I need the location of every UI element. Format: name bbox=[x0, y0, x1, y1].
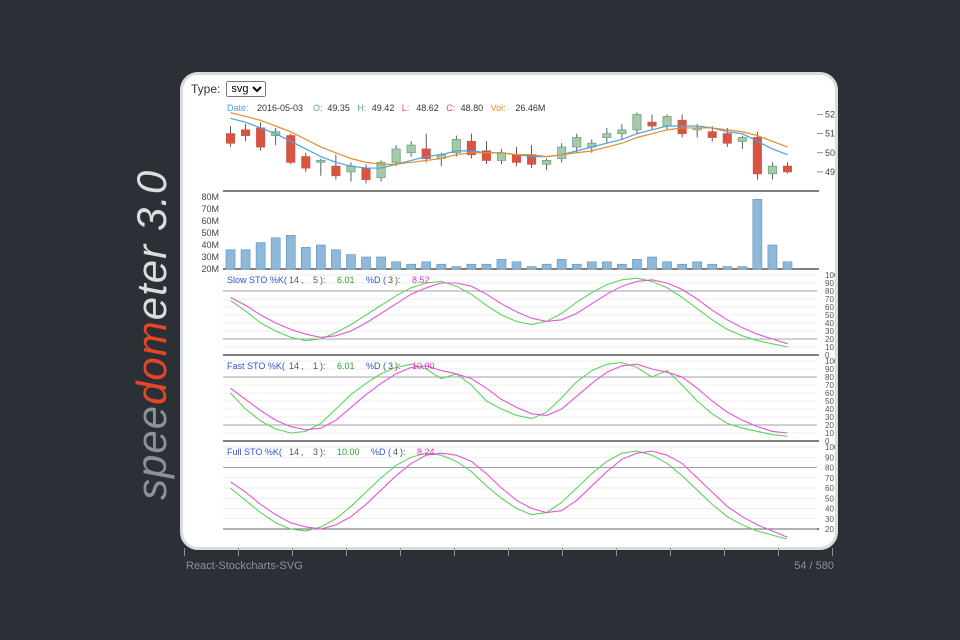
svg-text:10.00: 10.00 bbox=[412, 361, 435, 371]
svg-text:%D (: %D ( bbox=[371, 447, 391, 457]
svg-text:80: 80 bbox=[825, 464, 834, 473]
svg-text:):: ): bbox=[395, 275, 401, 285]
svg-text:70M: 70M bbox=[201, 204, 219, 214]
svg-text:30: 30 bbox=[825, 413, 834, 422]
svg-text:40: 40 bbox=[825, 405, 834, 414]
svg-text:Full STO %K(: Full STO %K( bbox=[227, 447, 282, 457]
svg-text:20: 20 bbox=[825, 525, 834, 534]
svg-text:8.24: 8.24 bbox=[417, 447, 435, 457]
svg-text:30M: 30M bbox=[201, 252, 219, 262]
svg-text:20M: 20M bbox=[201, 264, 219, 274]
svg-text:):: ): bbox=[400, 447, 406, 457]
speedometer-logo: speedometer 3.0 bbox=[128, 170, 176, 500]
svg-text:H:: H: bbox=[357, 103, 366, 113]
svg-text:70: 70 bbox=[825, 295, 834, 304]
svg-text:14: 14 bbox=[289, 361, 299, 371]
svg-text:20: 20 bbox=[825, 335, 834, 344]
svg-text:10: 10 bbox=[825, 343, 834, 352]
type-label: Type: bbox=[191, 82, 220, 96]
svg-text:49.42: 49.42 bbox=[372, 103, 395, 113]
svg-text:48.80: 48.80 bbox=[461, 103, 484, 113]
svg-text:30: 30 bbox=[825, 327, 834, 336]
svg-text:,: , bbox=[301, 361, 304, 371]
svg-text:%D (: %D ( bbox=[366, 275, 386, 285]
svg-text:60: 60 bbox=[825, 484, 834, 493]
svg-text:Vol:: Vol: bbox=[491, 103, 506, 113]
svg-text:20: 20 bbox=[825, 421, 834, 430]
svg-text:48.62: 48.62 bbox=[416, 103, 439, 113]
svg-text:C:: C: bbox=[446, 103, 455, 113]
svg-text:):: ): bbox=[395, 361, 401, 371]
svg-text:Slow STO %K(: Slow STO %K( bbox=[227, 275, 287, 285]
svg-text:50M: 50M bbox=[201, 228, 219, 238]
svg-text:52: 52 bbox=[825, 110, 835, 120]
svg-text:50: 50 bbox=[825, 148, 835, 158]
svg-text:100: 100 bbox=[825, 443, 835, 452]
svg-text:30: 30 bbox=[825, 515, 834, 524]
svg-text:60: 60 bbox=[825, 303, 834, 312]
svg-text:14: 14 bbox=[289, 275, 299, 285]
svg-text:4: 4 bbox=[393, 447, 398, 457]
svg-text:8.52: 8.52 bbox=[412, 275, 430, 285]
svg-text:70: 70 bbox=[825, 381, 834, 390]
svg-text:50: 50 bbox=[825, 397, 834, 406]
svg-text:14: 14 bbox=[289, 447, 299, 457]
svg-text:40M: 40M bbox=[201, 240, 219, 250]
svg-text:50: 50 bbox=[825, 494, 834, 503]
stock-chart[interactable]: 4950515220M30M40M50M60M70M80M01020304050… bbox=[183, 99, 835, 539]
svg-text:,: , bbox=[301, 447, 304, 457]
svg-text:,: , bbox=[301, 275, 304, 285]
svg-text:100: 100 bbox=[825, 357, 835, 366]
svg-text:3: 3 bbox=[388, 275, 393, 285]
svg-text:L:: L: bbox=[402, 103, 410, 113]
svg-text:70: 70 bbox=[825, 474, 834, 483]
svg-text:3: 3 bbox=[313, 447, 318, 457]
svg-text:50: 50 bbox=[825, 311, 834, 320]
svg-text:5: 5 bbox=[313, 275, 318, 285]
topbar: Type: svg bbox=[183, 75, 835, 99]
svg-text:6.01: 6.01 bbox=[337, 275, 355, 285]
svg-text:40: 40 bbox=[825, 319, 834, 328]
svg-text:%D (: %D ( bbox=[366, 361, 386, 371]
svg-text:49.35: 49.35 bbox=[327, 103, 350, 113]
footer-progress: 54 / 580 bbox=[794, 560, 834, 572]
svg-text:80M: 80M bbox=[201, 192, 219, 202]
svg-text:10.00: 10.00 bbox=[337, 447, 360, 457]
svg-text:90: 90 bbox=[825, 365, 834, 374]
svg-text:60: 60 bbox=[825, 389, 834, 398]
svg-text:):: ): bbox=[320, 447, 326, 457]
svg-text:2016-05-03: 2016-05-03 bbox=[257, 103, 303, 113]
svg-text:10: 10 bbox=[825, 429, 834, 438]
svg-text:Fast STO %K(: Fast STO %K( bbox=[227, 361, 285, 371]
svg-text:60M: 60M bbox=[201, 216, 219, 226]
svg-text:26.46M: 26.46M bbox=[515, 103, 545, 113]
svg-text:100: 100 bbox=[825, 271, 835, 280]
svg-text:):: ): bbox=[320, 275, 326, 285]
svg-text:):: ): bbox=[320, 361, 326, 371]
svg-text:O:: O: bbox=[313, 103, 323, 113]
svg-text:90: 90 bbox=[825, 279, 834, 288]
svg-text:3: 3 bbox=[388, 361, 393, 371]
svg-text:49: 49 bbox=[825, 167, 835, 177]
svg-text:90: 90 bbox=[825, 453, 834, 462]
svg-text:Date:: Date: bbox=[227, 103, 249, 113]
chart-app-frame: Type: svg 4950515220M30M40M50M60M70M80M0… bbox=[180, 72, 838, 550]
svg-text:80: 80 bbox=[825, 373, 834, 382]
svg-text:51: 51 bbox=[825, 129, 835, 139]
svg-text:80: 80 bbox=[825, 287, 834, 296]
footer-label: React-Stockcharts-SVG bbox=[186, 560, 303, 572]
svg-text:6.01: 6.01 bbox=[337, 361, 355, 371]
svg-text:40: 40 bbox=[825, 505, 834, 514]
render-type-select[interactable]: svg bbox=[226, 81, 266, 97]
svg-text:1: 1 bbox=[313, 361, 318, 371]
